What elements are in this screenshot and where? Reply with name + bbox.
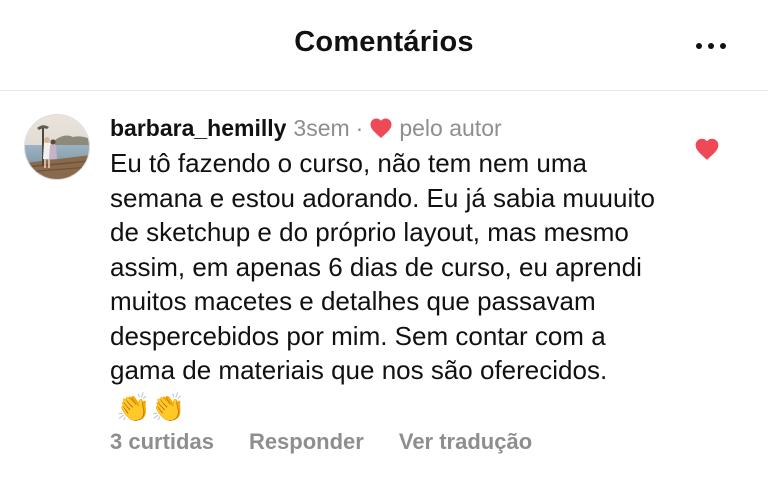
translate-button[interactable]: Ver tradução bbox=[399, 429, 532, 455]
comment-text-block: Eu tô fazendo o curso, não tem nem uma s… bbox=[110, 146, 670, 425]
clapping-hands-emoji: 👏👏 bbox=[116, 391, 186, 423]
reply-button[interactable]: Responder bbox=[249, 429, 364, 455]
comment-text: Eu tô fazendo o curso, não tem nem uma s… bbox=[110, 148, 655, 385]
like-heart-icon[interactable] bbox=[694, 137, 720, 161]
comment-meta: barbara_hemilly 3sem · pelo autor bbox=[110, 113, 502, 143]
comment-age: 3sem bbox=[293, 114, 350, 141]
heart-filled-icon bbox=[370, 118, 392, 138]
header-bar: Comentários bbox=[0, 0, 768, 91]
username-link[interactable]: barbara_hemilly bbox=[110, 115, 286, 142]
avatar[interactable] bbox=[24, 114, 90, 180]
meta-separator: · bbox=[355, 114, 364, 141]
comment-actions: 3 curtidas Responder Ver tradução bbox=[110, 429, 567, 455]
more-options-icon[interactable] bbox=[696, 43, 728, 51]
avatar-photo bbox=[25, 115, 89, 179]
liked-by-author-label: pelo autor bbox=[399, 114, 502, 141]
page-title: Comentários bbox=[294, 26, 474, 58]
likes-count-button[interactable]: 3 curtidas bbox=[110, 429, 214, 455]
